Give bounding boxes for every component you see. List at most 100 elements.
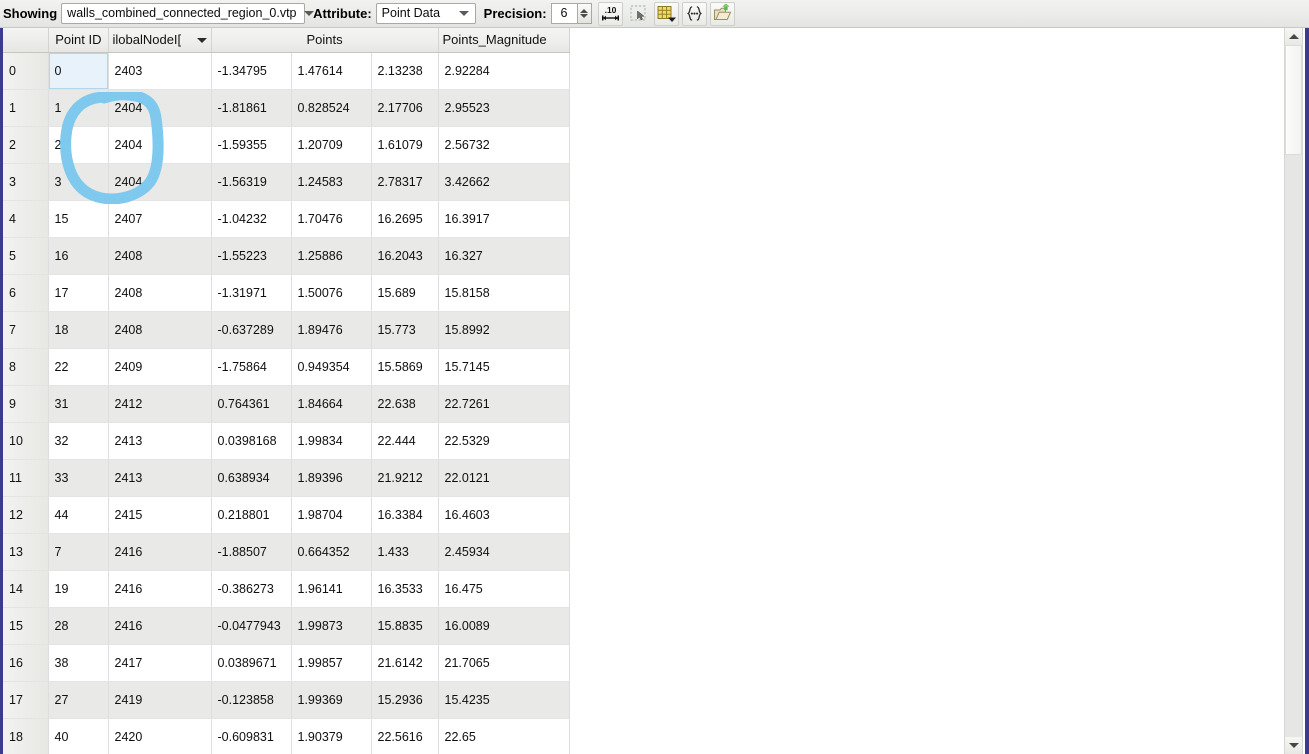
- points-x-cell[interactable]: -1.81861: [211, 89, 292, 127]
- points-y-cell[interactable]: 1.20709: [291, 126, 372, 164]
- points-y-cell[interactable]: 1.99369: [291, 681, 372, 719]
- table-row[interactable]: 12 44 2415 0.218801 1.98704 16.3384 16.4603: [3, 496, 570, 534]
- global-node-id-cell[interactable]: 2404: [108, 163, 212, 201]
- points-magnitude-cell[interactable]: 22.65: [438, 718, 570, 754]
- show-only-selected-button[interactable]: [681, 1, 707, 26]
- row-index-cell[interactable]: 11: [3, 459, 49, 497]
- points-y-cell[interactable]: 1.24583: [291, 163, 372, 201]
- point-id-cell[interactable]: 44: [48, 496, 109, 534]
- column-header-point-id[interactable]: Point ID: [48, 28, 109, 53]
- global-node-id-cell[interactable]: 2415: [108, 496, 212, 534]
- global-node-id-cell[interactable]: 2404: [108, 89, 212, 127]
- global-node-id-cell[interactable]: 2413: [108, 459, 212, 497]
- row-index-cell[interactable]: 14: [3, 570, 49, 608]
- global-node-id-cell[interactable]: 2412: [108, 385, 212, 423]
- table-row[interactable]: 9 31 2412 0.764361 1.84664 22.638 22.7261: [3, 385, 570, 423]
- row-index-cell[interactable]: 9: [3, 385, 49, 423]
- row-index-cell[interactable]: 16: [3, 644, 49, 682]
- points-magnitude-cell[interactable]: 16.4603: [438, 496, 570, 534]
- points-y-cell[interactable]: 1.99857: [291, 644, 372, 682]
- points-z-cell[interactable]: 22.444: [371, 422, 439, 460]
- export-spreadsheet-button[interactable]: [709, 1, 735, 26]
- points-y-cell[interactable]: 0.664352: [291, 533, 372, 571]
- points-x-cell[interactable]: 0.638934: [211, 459, 292, 497]
- points-magnitude-cell[interactable]: 15.8992: [438, 311, 570, 349]
- row-index-cell[interactable]: 17: [3, 681, 49, 719]
- global-node-id-cell[interactable]: 2417: [108, 644, 212, 682]
- global-node-id-cell[interactable]: 2408: [108, 274, 212, 312]
- points-magnitude-cell[interactable]: 2.92284: [438, 52, 570, 90]
- table-row[interactable]: 3 3 2404 -1.56319 1.24583 2.78317 3.42662: [3, 163, 570, 201]
- points-y-cell[interactable]: 1.47614: [291, 52, 372, 90]
- points-z-cell[interactable]: 15.2936: [371, 681, 439, 719]
- scroll-down-button[interactable]: [1285, 737, 1302, 754]
- table-row[interactable]: 11 33 2413 0.638934 1.89396 21.9212 22.0121: [3, 459, 570, 497]
- point-id-cell[interactable]: 3: [48, 163, 109, 201]
- table-row[interactable]: 13 7 2416 -1.88507 0.664352 1.433 2.45934: [3, 533, 570, 571]
- table-row[interactable]: 8 22 2409 -1.75864 0.949354 15.5869 15.7145: [3, 348, 570, 386]
- points-x-cell[interactable]: -1.88507: [211, 533, 292, 571]
- points-magnitude-cell[interactable]: 16.327: [438, 237, 570, 275]
- point-id-cell[interactable]: 1: [48, 89, 109, 127]
- row-index-cell[interactable]: 10: [3, 422, 49, 460]
- points-magnitude-cell[interactable]: 15.4235: [438, 681, 570, 719]
- global-node-id-cell[interactable]: 2407: [108, 200, 212, 238]
- points-x-cell[interactable]: -0.637289: [211, 311, 292, 349]
- points-z-cell[interactable]: 1.433: [371, 533, 439, 571]
- global-node-id-cell[interactable]: 2413: [108, 422, 212, 460]
- points-x-cell[interactable]: -1.34795: [211, 52, 292, 90]
- scrollbar-thumb[interactable]: [1285, 45, 1302, 155]
- points-y-cell[interactable]: 1.84664: [291, 385, 372, 423]
- point-id-cell[interactable]: 28: [48, 607, 109, 645]
- points-x-cell[interactable]: -1.56319: [211, 163, 292, 201]
- table-row[interactable]: 4 15 2407 -1.04232 1.70476 16.2695 16.3917: [3, 200, 570, 238]
- row-index-cell[interactable]: 18: [3, 718, 49, 754]
- table-row[interactable]: 2 2 2404 -1.59355 1.20709 1.61079 2.56732: [3, 126, 570, 164]
- points-z-cell[interactable]: 15.5869: [371, 348, 439, 386]
- table-row[interactable]: 15 28 2416 -0.0477943 1.99873 15.8835 16.0089: [3, 607, 570, 645]
- points-z-cell[interactable]: 22.5616: [371, 718, 439, 754]
- points-z-cell[interactable]: 16.2043: [371, 237, 439, 275]
- points-magnitude-cell[interactable]: 2.45934: [438, 533, 570, 571]
- table-row[interactable]: 17 27 2419 -0.123858 1.99369 15.2936 15.4235: [3, 681, 570, 719]
- points-magnitude-cell[interactable]: 3.42662: [438, 163, 570, 201]
- points-y-cell[interactable]: 1.89476: [291, 311, 372, 349]
- points-z-cell[interactable]: 15.773: [371, 311, 439, 349]
- points-x-cell[interactable]: -1.55223: [211, 237, 292, 275]
- points-magnitude-cell[interactable]: 2.56732: [438, 126, 570, 164]
- global-node-id-cell[interactable]: 2403: [108, 52, 212, 90]
- points-magnitude-cell[interactable]: 22.7261: [438, 385, 570, 423]
- row-index-cell[interactable]: 4: [3, 200, 49, 238]
- points-magnitude-cell[interactable]: 15.8158: [438, 274, 570, 312]
- precision-stepper[interactable]: [576, 3, 592, 24]
- points-z-cell[interactable]: 2.78317: [371, 163, 439, 201]
- points-y-cell[interactable]: 1.90379: [291, 718, 372, 754]
- table-row[interactable]: 18 40 2420 -0.609831 1.90379 22.5616 22.65: [3, 718, 570, 754]
- row-index-cell[interactable]: 12: [3, 496, 49, 534]
- scroll-up-button[interactable]: [1285, 28, 1302, 45]
- points-z-cell[interactable]: 2.13238: [371, 52, 439, 90]
- table-row[interactable]: 16 38 2417 0.0389671 1.99857 21.6142 21.7065: [3, 644, 570, 682]
- vertical-scrollbar[interactable]: [1284, 28, 1303, 754]
- row-index-cell[interactable]: 15: [3, 607, 49, 645]
- points-x-cell[interactable]: 0.0398168: [211, 422, 292, 460]
- point-id-cell[interactable]: 27: [48, 681, 109, 719]
- points-x-cell[interactable]: -1.75864: [211, 348, 292, 386]
- row-index-cell[interactable]: 8: [3, 348, 49, 386]
- row-index-cell[interactable]: 3: [3, 163, 49, 201]
- spreadsheet-table-container[interactable]: Point ID ilobalNodeI[ Points Points_Magn…: [0, 28, 1286, 754]
- points-z-cell[interactable]: 16.3384: [371, 496, 439, 534]
- points-y-cell[interactable]: 1.25886: [291, 237, 372, 275]
- points-z-cell[interactable]: 15.8835: [371, 607, 439, 645]
- global-node-id-cell[interactable]: 2416: [108, 533, 212, 571]
- points-y-cell[interactable]: 1.98704: [291, 496, 372, 534]
- table-row[interactable]: 10 32 2413 0.0398168 1.99834 22.444 22.5329: [3, 422, 570, 460]
- point-id-cell[interactable]: 31: [48, 385, 109, 423]
- points-z-cell[interactable]: 21.6142: [371, 644, 439, 682]
- table-row[interactable]: 1 1 2404 -1.81861 0.828524 2.17706 2.95523: [3, 89, 570, 127]
- point-id-cell[interactable]: 18: [48, 311, 109, 349]
- column-header-points[interactable]: Points: [211, 28, 439, 53]
- points-z-cell[interactable]: 22.638: [371, 385, 439, 423]
- point-id-cell[interactable]: 22: [48, 348, 109, 386]
- table-row[interactable]: 7 18 2408 -0.637289 1.89476 15.773 15.8992: [3, 311, 570, 349]
